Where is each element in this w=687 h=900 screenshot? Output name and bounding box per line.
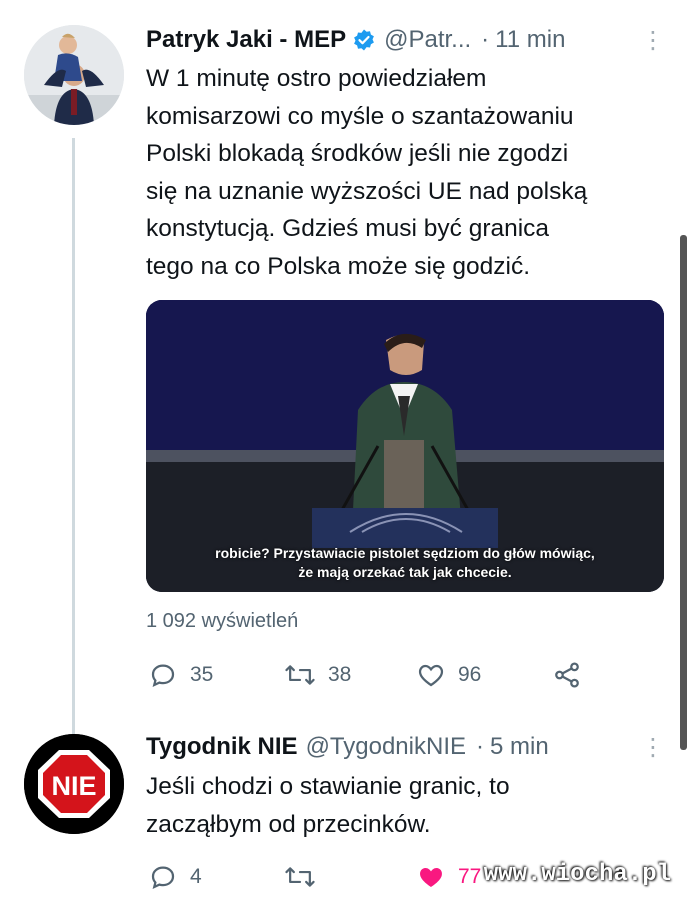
reply-icon xyxy=(151,664,175,688)
tweet-text-line: konstytucją. Gdzieś musi być granica xyxy=(146,215,550,242)
stop-sign-logo: NIE xyxy=(24,734,124,834)
share-icon xyxy=(555,662,579,688)
like-icon xyxy=(418,664,444,687)
tweet-text-line: tego na co Polska może się godzić. xyxy=(146,252,531,280)
scrollbar[interactable] xyxy=(680,235,687,750)
separator: · xyxy=(481,26,490,53)
tweet-text-line: Polski blokadą środków jeśli nie zgodzi xyxy=(146,140,569,167)
tweet-text-line: zacząłbym od przecinków. xyxy=(146,810,431,838)
like-button[interactable]: 77 xyxy=(416,862,481,892)
reply-count: 4 xyxy=(190,865,202,888)
avatar[interactable]: NIE xyxy=(24,734,124,834)
retweet-button[interactable] xyxy=(284,862,328,892)
video-player[interactable]: robicie? Przystawiacie pistolet sędziom … xyxy=(146,300,664,592)
retweet-icon xyxy=(285,665,315,685)
reply-count: 35 xyxy=(190,663,214,686)
tweet-text: W 1 minutę ostro powiedziałem komisarzow… xyxy=(146,60,587,285)
retweet-count: 38 xyxy=(328,663,352,686)
author-handle[interactable]: @Patr... xyxy=(384,26,471,54)
avatar-logo-text: NIE xyxy=(51,771,96,801)
reply-icon xyxy=(151,866,175,890)
timestamp[interactable]: 5 min xyxy=(490,733,549,761)
more-icon[interactable]: ⋮ xyxy=(641,26,665,55)
tweet-text-line: komisarzowi co myśle o szantażowaniu xyxy=(146,102,574,130)
separator: · xyxy=(476,733,484,760)
retweet-icon xyxy=(285,867,315,887)
thread-line xyxy=(72,138,75,740)
watermark: www.wiocha.pl xyxy=(483,861,671,888)
view-count[interactable]: 1 092 wyświetleń xyxy=(146,610,298,633)
tweet-header: Tygodnik NIE @TygodnikNIE · 5 min xyxy=(146,733,549,761)
like-button[interactable]: 96 xyxy=(416,660,481,690)
more-icon[interactable]: ⋮ xyxy=(641,733,665,762)
reply-button[interactable]: 35 xyxy=(148,660,213,690)
avatar-photo xyxy=(24,25,124,125)
like-icon xyxy=(420,868,442,887)
author-handle[interactable]: @TygodnikNIE xyxy=(306,733,466,761)
tweet-text: Jeśli chodzi o stawianie granic, to zacz… xyxy=(146,768,510,843)
retweet-button[interactable]: 38 xyxy=(284,660,351,690)
tweet-text-line: Jeśli chodzi o stawianie granic, to xyxy=(146,773,510,800)
avatar[interactable] xyxy=(24,25,124,125)
video-subtitle-line: robicie? Przystawiacie pistolet sędziom … xyxy=(215,545,595,561)
video-subtitle-line: że mają orzekać tak jak chcecie. xyxy=(298,564,512,580)
author-name[interactable]: Tygodnik NIE xyxy=(146,733,298,761)
tweet-text-line: W 1 minutę ostro powiedziałem xyxy=(146,65,487,92)
author-name[interactable]: Patryk Jaki - MEP xyxy=(146,26,346,54)
tweet-text-line: się na uznanie wyższości UE nad polską xyxy=(146,177,588,205)
video-subtitle: robicie? Przystawiacie pistolet sędziom … xyxy=(146,544,664,582)
tweet-header: Patryk Jaki - MEP @Patr... · 11 min xyxy=(146,26,565,54)
timestamp[interactable]: 11 min xyxy=(495,26,565,54)
verified-icon xyxy=(354,29,375,51)
share-button[interactable] xyxy=(552,660,594,690)
reply-button[interactable]: 4 xyxy=(148,862,202,892)
like-count: 96 xyxy=(458,663,482,686)
like-count: 77 xyxy=(458,865,482,888)
